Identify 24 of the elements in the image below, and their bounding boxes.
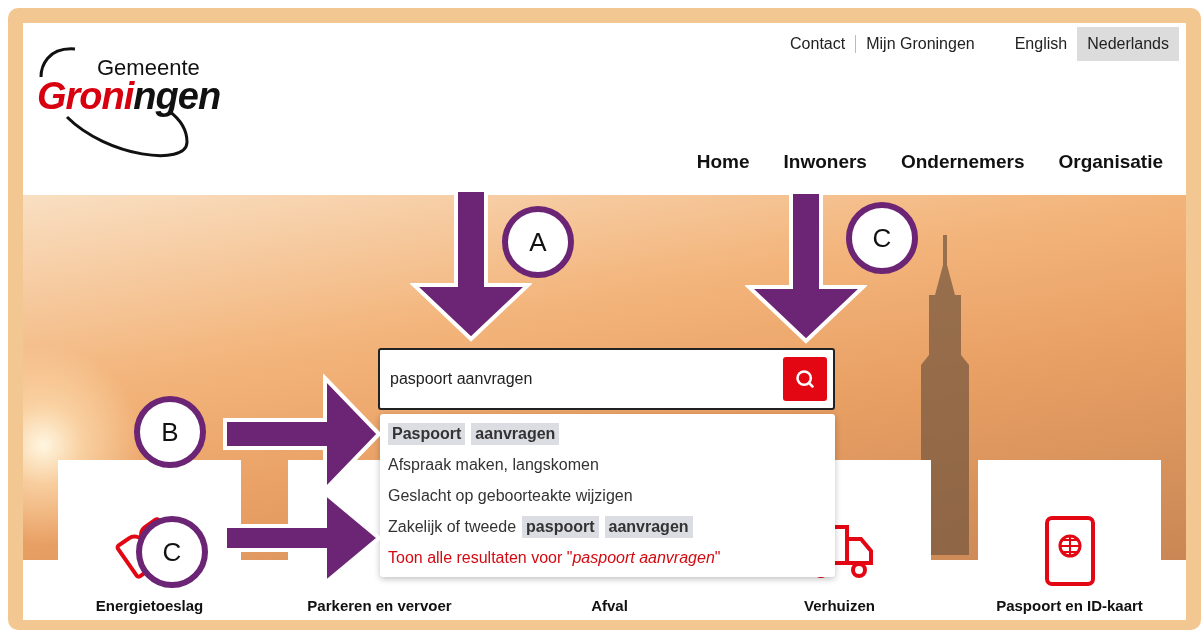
nav-link[interactable]: Inwoners [783,151,867,173]
search-icon [795,369,815,389]
category-link[interactable]: Afval [591,597,628,614]
passport-icon [1044,516,1095,586]
nav-link[interactable]: Organisatie [1058,151,1163,173]
nav-link[interactable]: Home [696,151,750,173]
top-link[interactable]: Mijn Groningen [856,35,985,53]
category-link[interactable]: Paspoort en ID-kaart [996,597,1143,614]
show-all-results-link[interactable]: Toon alle resultaten voor "paspoort aanvragen" [380,542,835,573]
suggestion-item[interactable]: Geslacht op geboorteakte wijzigen [380,480,835,511]
search-bar[interactable]: paspoort aanvragen [378,348,835,410]
category-link[interactable]: Energietoeslag [95,597,204,614]
language-link[interactable]: Nederlands [1077,27,1179,61]
search-field[interactable]: paspoort aanvragen [388,369,783,389]
suggestion-item[interactable]: Afspraak maken, langskomen [380,449,835,480]
language-link[interactable]: English [1004,27,1078,61]
top-link[interactable]: Contact [780,35,857,53]
suggestion-item[interactable]: Zakelijk of tweede paspoort aanvragen [380,511,835,542]
category-link[interactable]: Parkeren en vervoer [307,597,452,614]
category-link[interactable]: Verhuizen [804,597,875,614]
search-button[interactable] [783,357,827,401]
nav-link[interactable]: Ondernemers [900,151,1025,173]
suggestion-item[interactable]: Paspoort aanvragen [380,418,835,449]
logo[interactable]: Gemeente Groningen [37,47,269,165]
